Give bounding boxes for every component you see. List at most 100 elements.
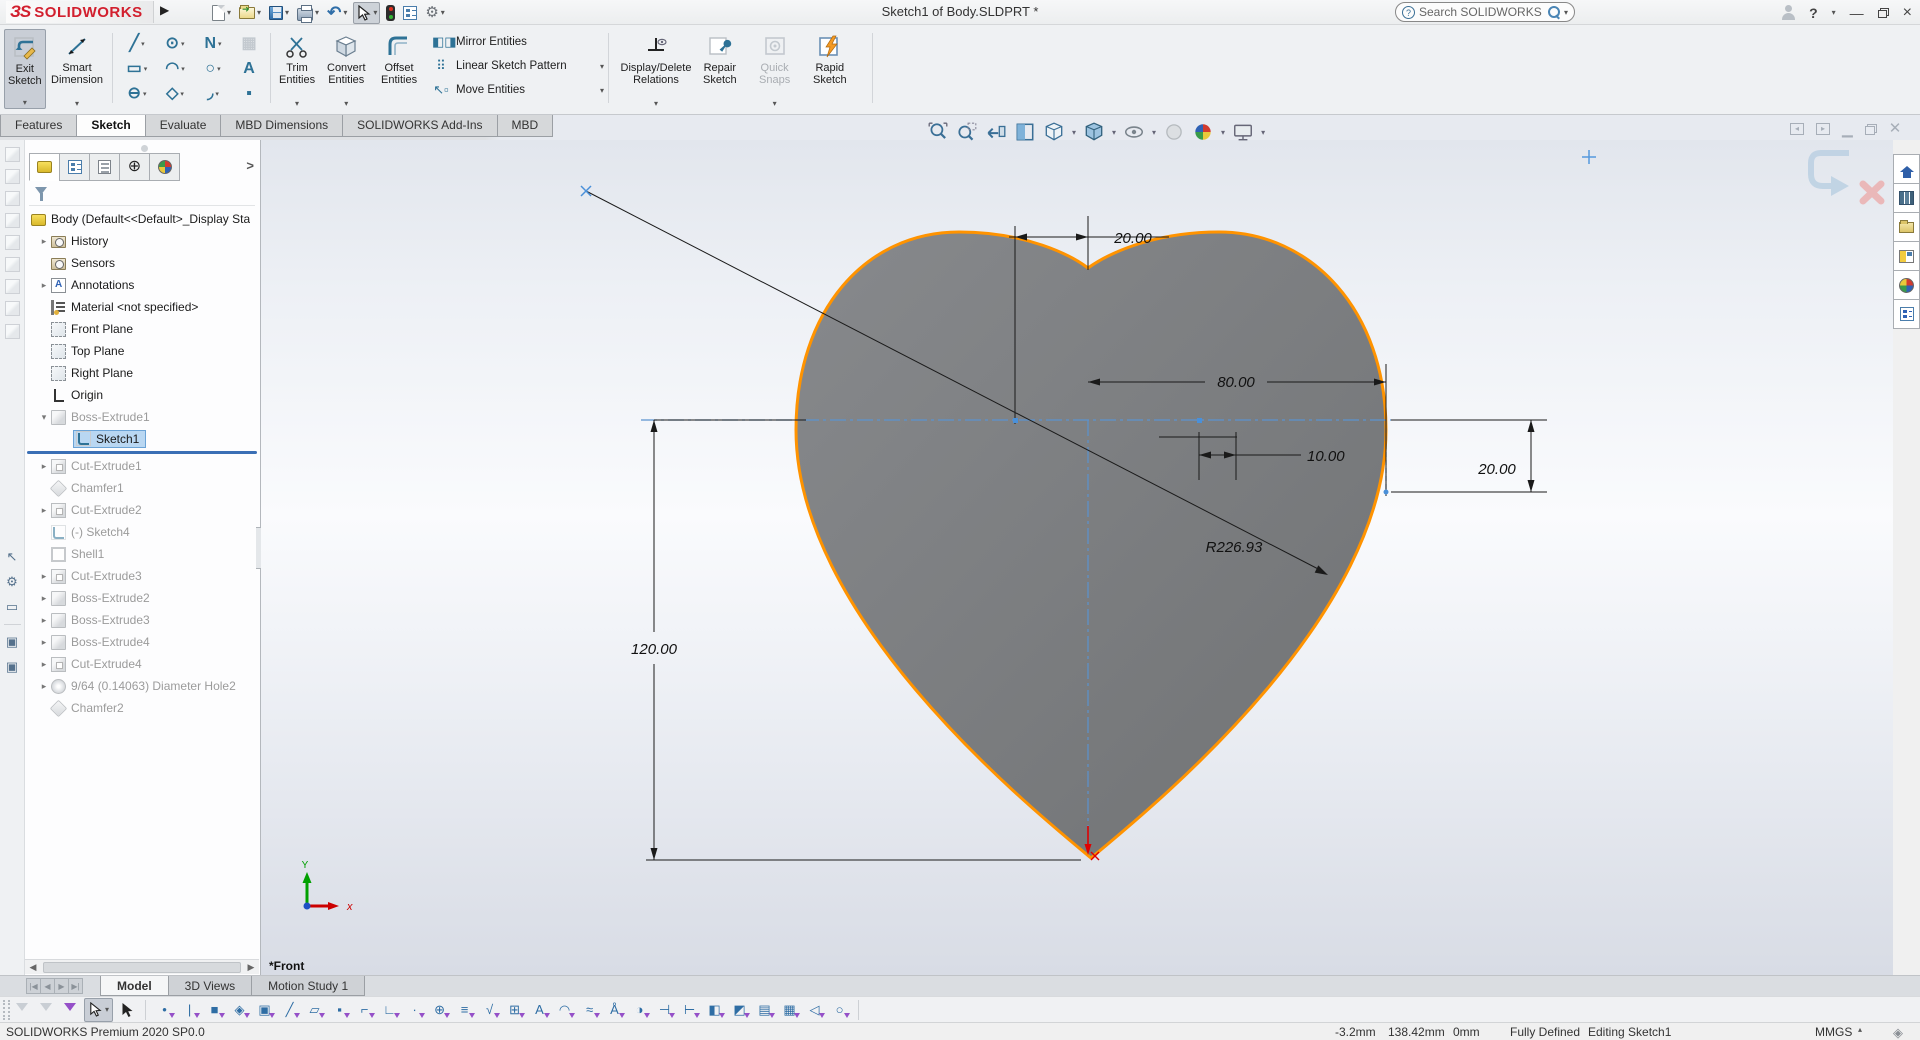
new-selection-icon[interactable]: ↖ xyxy=(3,549,22,565)
dropdown-icon[interactable]: ▾ xyxy=(181,40,185,48)
arc-tool[interactable]: ◠ ▾ xyxy=(156,56,194,81)
confirmation-corner[interactable] xyxy=(1808,150,1885,205)
filter-faces[interactable]: ■ xyxy=(202,998,227,1022)
clear-all-filters-icon[interactable] xyxy=(40,1002,52,1017)
repair-sketch-button[interactable]: Repair Sketch xyxy=(700,29,740,109)
preview-window-icon[interactable]: ▭ xyxy=(3,599,22,615)
dropdown-icon[interactable]: ▾ xyxy=(1152,128,1156,137)
tree-item-right-plane[interactable]: Right Plane xyxy=(25,362,259,384)
home-tab[interactable] xyxy=(1893,154,1920,184)
panel-drag-dot[interactable] xyxy=(141,145,148,152)
help-button[interactable]: ? xyxy=(1809,5,1818,21)
hide-show-items-icon[interactable] xyxy=(1123,121,1145,143)
trim-entities-button[interactable]: Trim Entities ▾ xyxy=(276,29,318,109)
filter-center-marks[interactable]: ⊕ xyxy=(427,998,452,1022)
display-delete-relations-button[interactable]: Display/Delete Relations ▾ xyxy=(614,29,698,109)
dropdown-icon[interactable]: ▾ xyxy=(215,90,219,98)
filter-surface-bodies[interactable]: ◈ xyxy=(227,998,252,1022)
window-minimize-icon[interactable]: ▁ xyxy=(1842,122,1853,136)
expand-arrow-icon[interactable]: ▸ xyxy=(37,505,51,516)
last-tab-icon[interactable]: ▶| xyxy=(68,978,83,994)
sketch-point[interactable] xyxy=(1197,418,1202,423)
slot-tool[interactable]: ⊖ ▾ xyxy=(118,81,156,106)
tree-item-chamfer2[interactable]: Chamfer2 xyxy=(25,697,259,719)
dropdown-icon[interactable]: ▾ xyxy=(654,99,658,108)
lasso-select-icon[interactable] xyxy=(119,1002,135,1018)
tree-item-cut-extrude1[interactable]: ▸ Cut-Extrude1 xyxy=(25,455,259,477)
dropdown-icon[interactable]: ▾ xyxy=(143,90,147,98)
tree-filter-row[interactable] xyxy=(29,184,255,206)
dimension-radius[interactable]: R226.93 xyxy=(1206,539,1263,556)
toggle-filters-icon[interactable] xyxy=(64,1002,76,1017)
new-button[interactable]: ▾ xyxy=(210,2,233,24)
scroll-left-icon[interactable]: ◀ xyxy=(25,962,41,973)
expand-arrow-icon[interactable]: ▾ xyxy=(37,412,51,423)
tree-item-shell1[interactable]: Shell1 xyxy=(25,543,259,565)
tags-icon[interactable]: ◈ xyxy=(1893,1025,1903,1040)
filter-axes[interactable]: ╱ xyxy=(277,998,302,1022)
undo-button[interactable]: ↶ ▾ xyxy=(325,2,349,24)
tab-model[interactable]: Model xyxy=(100,976,169,996)
search-input[interactable]: Search SOLIDWORKS Help xyxy=(1419,5,1544,19)
edit-repair-icon[interactable]: ⚙ xyxy=(3,574,22,590)
filter-routing-points[interactable]: ▦ xyxy=(777,998,802,1022)
feature-manager-tab[interactable] xyxy=(29,153,60,181)
paste-layers-icon[interactable]: ▣ xyxy=(3,659,22,675)
help-dropdown-icon[interactable]: ▾ xyxy=(1832,8,1836,17)
tab-features[interactable]: Features xyxy=(0,115,78,137)
panel-tabs-overflow-icon[interactable]: > xyxy=(246,158,254,173)
rapid-sketch-button[interactable]: Rapid Sketch xyxy=(810,29,850,109)
filter-weld-symbols[interactable]: ≈ xyxy=(577,998,602,1022)
sketch-plus-point[interactable] xyxy=(1582,150,1596,164)
linear-sketch-pattern-button[interactable]: ⠿ Linear Sketch Pattern ▾ xyxy=(432,57,604,75)
corner-rectangle-tool[interactable]: ▭ ▾ xyxy=(118,56,156,81)
dropdown-icon[interactable]: ▾ xyxy=(144,65,148,73)
property-manager-tab[interactable] xyxy=(59,153,90,181)
tree-item-chamfer1[interactable]: Chamfer1 xyxy=(25,477,259,499)
select-button[interactable]: ▾ xyxy=(353,1,381,24)
dimension-right-offset[interactable]: 20.00 xyxy=(1477,461,1516,478)
tree-item-sensors[interactable]: Sensors xyxy=(25,252,259,274)
expand-arrow-icon[interactable]: ▸ xyxy=(37,659,51,670)
expand-arrow-icon[interactable]: ▸ xyxy=(37,280,51,291)
file-properties-button[interactable] xyxy=(401,2,419,24)
filter-centerlines[interactable]: ≡ xyxy=(452,998,477,1022)
window-close-icon[interactable]: ✕ xyxy=(1889,121,1902,136)
tree-item-origin[interactable]: Origin xyxy=(25,384,259,406)
convert-entities-button[interactable]: Convert Entities ▾ xyxy=(324,29,369,109)
dropdown-icon[interactable]: ▾ xyxy=(1072,128,1076,137)
rollback-bar[interactable] xyxy=(27,451,257,454)
dropdown-icon[interactable]: ▾ xyxy=(344,99,348,108)
heart-sketch-profile[interactable] xyxy=(794,230,1388,860)
dropdown-icon[interactable]: ▾ xyxy=(1261,128,1265,137)
next-window-icon[interactable]: ▸ xyxy=(1816,123,1830,135)
tree-item-cut-extrude4[interactable]: ▸ Cut-Extrude4 xyxy=(25,653,259,675)
save-button[interactable]: ▾ xyxy=(267,2,291,24)
select-tool-button[interactable]: ▾ xyxy=(84,997,114,1022)
dropdown-icon[interactable]: ▾ xyxy=(217,65,221,73)
view-palette-tab[interactable] xyxy=(1893,241,1920,271)
design-library-tab[interactable] xyxy=(1893,183,1920,213)
minimize-button[interactable]: — xyxy=(1850,6,1864,20)
window-restore-icon[interactable] xyxy=(1864,123,1877,135)
polygon-tool[interactable]: ◇ ▾ xyxy=(156,81,194,106)
dropdown-icon[interactable]: ▾ xyxy=(141,40,145,48)
dropdown-icon[interactable]: ▾ xyxy=(1112,128,1116,137)
filter-sketch-points[interactable]: ▪ xyxy=(327,998,352,1022)
display-manager-tab[interactable] xyxy=(149,153,180,181)
configuration-manager-tab[interactable] xyxy=(89,153,120,181)
expand-arrow-icon[interactable]: ▸ xyxy=(37,571,51,582)
sketch-fillet-tool[interactable]: ◞ ▾ xyxy=(194,81,232,106)
filter-vertices[interactable]: • xyxy=(152,998,177,1022)
units-selector[interactable]: MMGS xyxy=(1815,1025,1852,1039)
view-settings-icon[interactable] xyxy=(1232,121,1254,143)
next-tab-icon[interactable]: ▶ xyxy=(54,978,69,994)
expand-arrow-icon[interactable]: ▸ xyxy=(37,615,51,626)
filter-surface-finish[interactable]: ◠ xyxy=(552,998,577,1022)
filter-hole-callouts[interactable]: ⊞ xyxy=(502,998,527,1022)
smart-dimension-button[interactable]: Smart Dimension ▾ xyxy=(48,29,106,109)
search-box[interactable]: ? Search SOLIDWORKS Help ▾ xyxy=(1395,2,1575,22)
filter-solid-bodies[interactable]: ▣ xyxy=(252,998,277,1022)
prev-tab-icon[interactable]: ◀ xyxy=(40,978,55,994)
tree-item-history[interactable]: ▸ History xyxy=(25,230,259,252)
